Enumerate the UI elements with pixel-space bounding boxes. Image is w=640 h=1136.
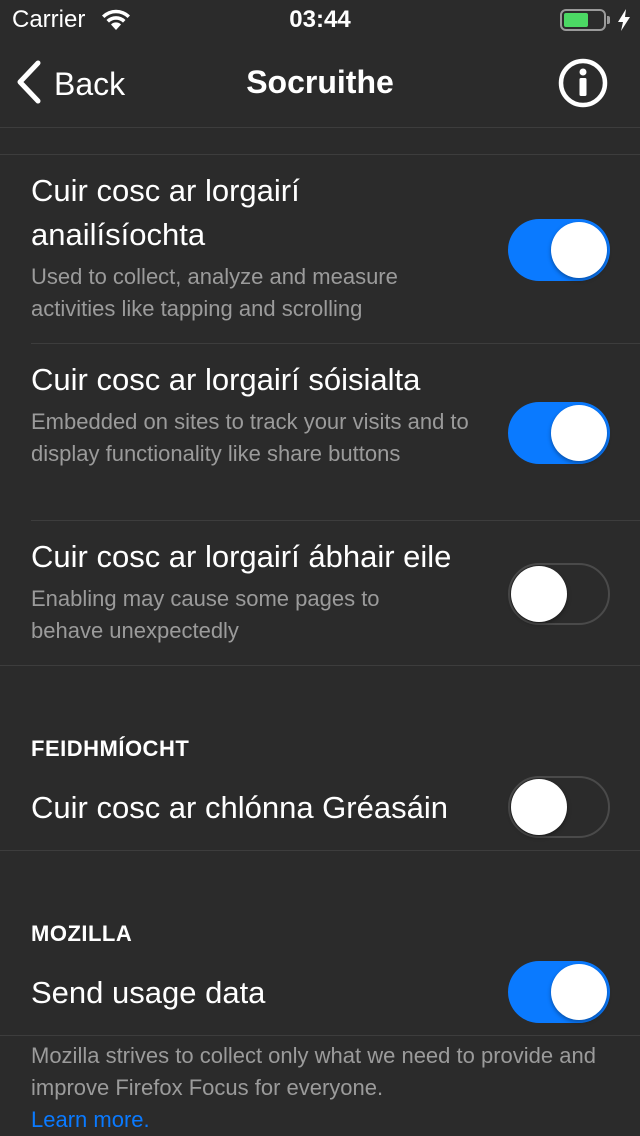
charging-bolt-icon (617, 8, 631, 36)
status-time: 03:44 (289, 6, 351, 33)
social-trackers-toggle[interactable] (508, 402, 610, 464)
other-content-trackers-toggle[interactable] (508, 563, 610, 625)
status-bar: Carrier 03:44 (0, 0, 640, 40)
battery-level (564, 13, 588, 27)
row-title: Cuir cosc ar lorgairí ábhair eile (31, 539, 452, 574)
row-subtitle: Used to collect, analyze and measure act… (31, 264, 398, 321)
row-subtitle: Embedded on sites to track your visits a… (31, 409, 469, 466)
battery-icon (560, 9, 606, 31)
battery-tip (607, 16, 610, 24)
page-title: Socruithe (246, 64, 394, 100)
send-usage-data-toggle[interactable] (508, 961, 610, 1023)
learn-more-link[interactable]: Learn more. (31, 1107, 150, 1132)
row-subtitle: Enabling may cause some pages to behave … (31, 586, 380, 643)
row-title: Cuir cosc ar chlónna Gréasáin (31, 790, 448, 825)
settings-screen: Carrier 03:44 Back Socruithe Cuir cosc a… (0, 0, 640, 1136)
navigation-bar: Back Socruithe (0, 40, 640, 128)
toggle-knob (551, 964, 607, 1020)
divider (0, 1035, 640, 1036)
toggle-knob (551, 405, 607, 461)
toggle-knob (551, 222, 607, 278)
row-title: Cuir cosc ar lorgairí (31, 173, 300, 208)
web-fonts-toggle[interactable] (508, 776, 610, 838)
info-circle-icon[interactable] (558, 58, 608, 108)
row-title: Send usage data (31, 975, 266, 1010)
section-header-mozilla: MOZILLA (31, 921, 133, 946)
toggle-knob (511, 779, 567, 835)
section-header-performance: FEIDHMÍOCHT (31, 736, 190, 761)
divider (0, 665, 640, 666)
list-item-web-fonts: Cuir cosc ar chlónna Gréasáin (0, 766, 640, 850)
list-item-other-content-trackers: Cuir cosc ar lorgairí ábhair eile Enabli… (0, 521, 640, 665)
analytics-trackers-toggle[interactable] (508, 219, 610, 281)
footer-text: Mozilla strives to collect only what we … (31, 1043, 596, 1100)
toggle-knob (511, 566, 567, 622)
list-item-send-usage-data: Send usage data (0, 951, 640, 1035)
usage-data-footer: Mozilla strives to collect only what we … (31, 1040, 611, 1136)
list-item-analytics-trackers: Cuir cosc ar lorgairí anailísíochta Used… (0, 155, 640, 343)
list-item-social-trackers: Cuir cosc ar lorgairí sóisialta Embedded… (0, 344, 640, 520)
row-title: Cuir cosc ar lorgairí sóisialta (31, 362, 421, 397)
row-title: anailísíochta (31, 217, 206, 252)
divider (0, 850, 640, 851)
